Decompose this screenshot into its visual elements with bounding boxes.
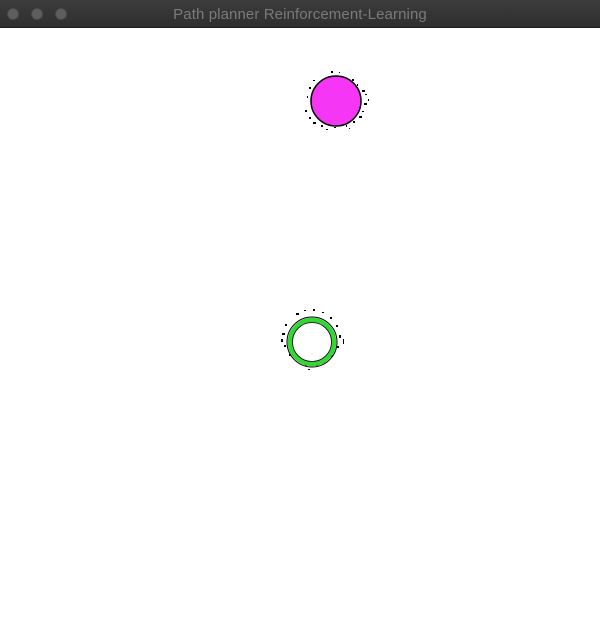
title-bar[interactable]: Path planner Reinforcement-Learning — [0, 0, 600, 28]
app-window: Path planner Reinforcement-Learning — [0, 0, 600, 630]
goal-ring — [287, 317, 337, 367]
environment-canvas — [0, 28, 600, 630]
close-button[interactable] — [7, 8, 19, 20]
zoom-button[interactable] — [55, 8, 67, 20]
environment-svg — [281, 71, 369, 370]
minimize-button[interactable] — [31, 8, 43, 20]
window-title: Path planner Reinforcement-Learning — [173, 6, 427, 23]
goal-marker — [281, 309, 344, 370]
agent-marker — [305, 71, 369, 130]
agent-circle — [310, 75, 362, 127]
